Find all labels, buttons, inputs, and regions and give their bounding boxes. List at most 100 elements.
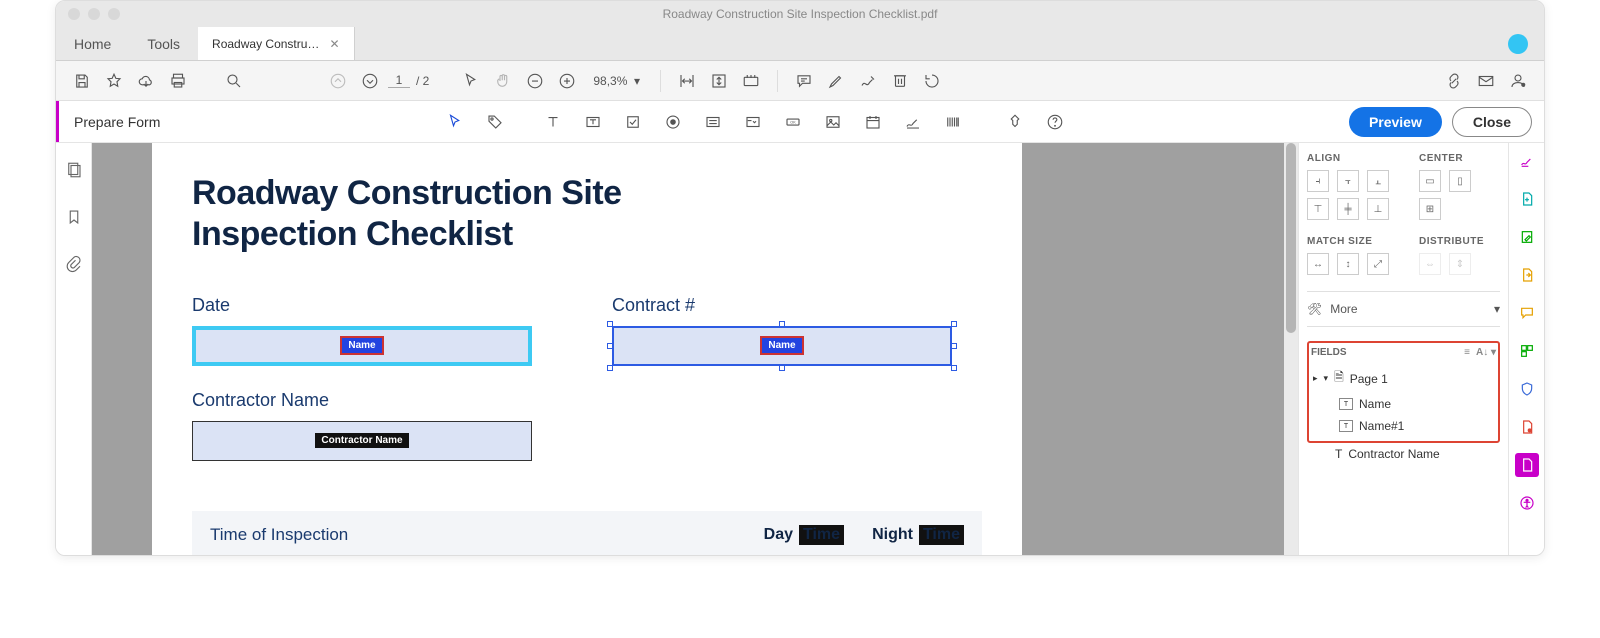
list-tool[interactable] — [698, 107, 728, 137]
tag-tool[interactable] — [480, 107, 510, 137]
distribute-v-icon[interactable]: ⇕ — [1449, 253, 1471, 275]
date-field[interactable]: Name — [192, 326, 532, 366]
comment-tool-icon[interactable] — [1515, 301, 1539, 325]
vertical-scrollbar[interactable] — [1284, 143, 1298, 555]
doc-title: Roadway Construction Site Inspection Che… — [192, 173, 982, 255]
share-icon[interactable] — [1504, 67, 1532, 95]
find-icon[interactable] — [220, 67, 248, 95]
print-icon[interactable] — [164, 67, 192, 95]
text-box-tool[interactable] — [578, 107, 608, 137]
traffic-lights[interactable] — [68, 8, 120, 20]
prepare-form-icon[interactable] — [1515, 453, 1539, 477]
day-option[interactable]: DayTime — [764, 525, 844, 545]
erase-icon[interactable] — [886, 67, 914, 95]
align-bottom-icon[interactable]: ⊥ — [1367, 198, 1389, 220]
thumbnails-icon[interactable] — [65, 161, 83, 184]
app-window: Roadway Construction Site Inspection Che… — [55, 0, 1545, 556]
night-option[interactable]: NightTime — [872, 525, 964, 545]
match-both-icon[interactable]: ⤢ — [1367, 253, 1389, 275]
fit-page-icon[interactable] — [705, 67, 733, 95]
center-header: CENTER — [1419, 153, 1471, 164]
fill-sign-icon[interactable] — [1515, 415, 1539, 439]
contractor-field-badge: Contractor Name — [315, 433, 408, 448]
draw-icon[interactable] — [854, 67, 882, 95]
field-node-name[interactable]: T Name — [1311, 393, 1496, 415]
center-v-icon[interactable]: ▯ — [1449, 170, 1471, 192]
zoom-dot[interactable] — [108, 8, 120, 20]
right-panel: ALIGN ⫞ ⫟ ⫠ ⊤ ╪ ⊥ CENTER ▭ — [1298, 143, 1508, 555]
hand-tool-icon[interactable] — [489, 67, 517, 95]
avatar[interactable] — [1508, 34, 1528, 54]
match-width-icon[interactable]: ↔ — [1307, 253, 1329, 275]
star-icon[interactable] — [100, 67, 128, 95]
align-top-icon[interactable]: ⊤ — [1307, 198, 1329, 220]
tab-document[interactable]: Roadway Constru… ✕ — [198, 27, 354, 60]
tab-close-icon[interactable]: ✕ — [329, 37, 339, 51]
read-mode-icon[interactable] — [737, 67, 765, 95]
align-middle-icon[interactable]: ╪ — [1337, 198, 1359, 220]
link-icon[interactable] — [1440, 67, 1468, 95]
select-tool-icon[interactable] — [457, 67, 485, 95]
text-field-tool[interactable] — [538, 107, 568, 137]
align-left-icon[interactable]: ⫞ — [1307, 170, 1329, 192]
zoom-level[interactable]: 98,3% ▾ — [585, 74, 648, 88]
fields-page-node[interactable]: ▸▾ 🗎 Page 1 — [1311, 364, 1496, 393]
accessibility-icon[interactable] — [1515, 491, 1539, 515]
contract-field[interactable]: Name — [612, 326, 952, 366]
export-pdf-icon[interactable] — [1515, 263, 1539, 287]
minimize-dot[interactable] — [88, 8, 100, 20]
close-button[interactable]: Close — [1452, 107, 1532, 137]
edit-pdf-icon[interactable] — [1515, 225, 1539, 249]
more-dropdown[interactable]: 🛠 More ▾ — [1307, 302, 1500, 316]
field-node-name1[interactable]: T Name#1 — [1311, 415, 1496, 437]
date-field-badge: Name — [340, 336, 383, 355]
highlight-icon[interactable] — [822, 67, 850, 95]
zoom-in-icon[interactable] — [553, 67, 581, 95]
cloud-icon[interactable] — [132, 67, 160, 95]
window-title: Roadway Construction Site Inspection Che… — [663, 7, 938, 21]
barcode-tool[interactable] — [938, 107, 968, 137]
contractor-field[interactable]: Contractor Name — [192, 421, 532, 461]
fit-width-icon[interactable] — [673, 67, 701, 95]
save-icon[interactable] — [68, 67, 96, 95]
form-help-icon[interactable] — [1040, 107, 1070, 137]
pin-tool[interactable] — [1000, 107, 1030, 137]
radio-tool[interactable] — [658, 107, 688, 137]
scrollbar-thumb[interactable] — [1286, 143, 1296, 333]
select-field-tool[interactable] — [440, 107, 470, 137]
match-height-icon[interactable]: ↕ — [1337, 253, 1359, 275]
align-right-icon[interactable]: ⫠ — [1367, 170, 1389, 192]
date-tool[interactable] — [858, 107, 888, 137]
page-down-icon[interactable] — [356, 67, 384, 95]
preview-button[interactable]: Preview — [1349, 107, 1442, 137]
right-rail — [1508, 143, 1544, 555]
create-pdf-icon[interactable] — [1515, 187, 1539, 211]
align-center-h-icon[interactable]: ⫟ — [1337, 170, 1359, 192]
image-tool[interactable] — [818, 107, 848, 137]
document-canvas[interactable]: Roadway Construction Site Inspection Che… — [92, 143, 1284, 555]
signature-tool[interactable] — [898, 107, 928, 137]
checkbox-tool[interactable] — [618, 107, 648, 137]
zoom-out-icon[interactable] — [521, 67, 549, 95]
sort-order-icon[interactable]: ≡ — [1464, 347, 1470, 358]
sign-tool-icon[interactable] — [1515, 149, 1539, 173]
bookmark-icon[interactable] — [65, 208, 83, 231]
sort-az-icon[interactable]: A↓ ▾ — [1476, 347, 1496, 358]
center-both-icon[interactable]: ⊞ — [1419, 198, 1441, 220]
page-current[interactable]: 1 — [388, 73, 410, 88]
field-node-contractor[interactable]: T Contractor Name — [1307, 443, 1500, 461]
attachment-icon[interactable] — [65, 255, 83, 278]
dropdown-tool[interactable] — [738, 107, 768, 137]
distribute-h-icon[interactable]: ⇔ — [1419, 253, 1441, 275]
tab-home[interactable]: Home — [56, 27, 129, 60]
button-tool[interactable]: OK — [778, 107, 808, 137]
page-up-icon[interactable] — [324, 67, 352, 95]
organize-icon[interactable] — [1515, 339, 1539, 363]
email-icon[interactable] — [1472, 67, 1500, 95]
tab-tools[interactable]: Tools — [129, 27, 198, 60]
center-h-icon[interactable]: ▭ — [1419, 170, 1441, 192]
close-dot[interactable] — [68, 8, 80, 20]
rotate-icon[interactable] — [918, 67, 946, 95]
comment-icon[interactable] — [790, 67, 818, 95]
protect-icon[interactable] — [1515, 377, 1539, 401]
